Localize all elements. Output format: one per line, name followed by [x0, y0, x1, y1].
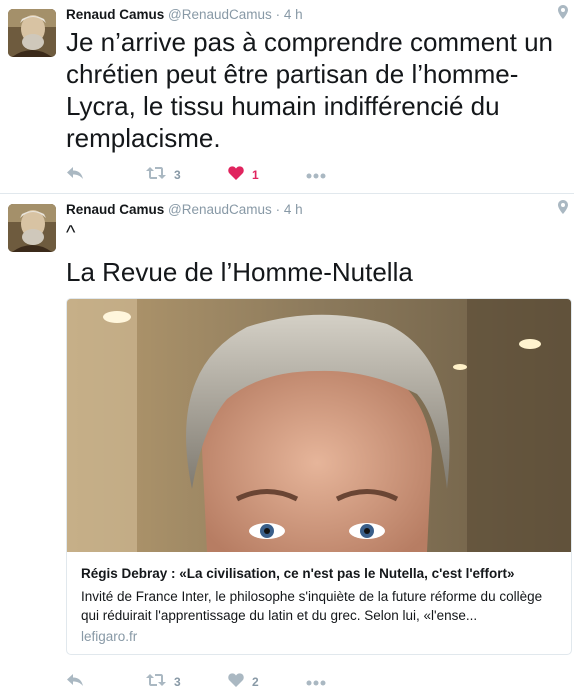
pin-icon[interactable]: [558, 200, 568, 219]
like-button[interactable]: 1: [228, 165, 259, 185]
retweet-icon: [146, 166, 166, 185]
heart-icon: [228, 165, 244, 185]
author-name[interactable]: Renaud Camus: [66, 7, 164, 22]
card-domain: lefigaro.fr: [81, 629, 138, 644]
more-icon: [306, 166, 326, 184]
card-description: Invité de France Inter, le philosophe s'…: [81, 589, 543, 623]
more-icon: [306, 673, 326, 691]
tweet-actions: 3 2: [66, 672, 366, 692]
retweet-button[interactable]: 3: [146, 165, 181, 185]
tweet[interactable]: Renaud Camus @RenaudCamus · 4 h ^ La Rev…: [0, 195, 574, 698]
like-count: 2: [252, 675, 259, 689]
link-card[interactable]: Régis Debray : «La civilisation, ce n'es…: [66, 298, 572, 655]
reply-icon: [66, 166, 84, 185]
retweet-icon: [146, 673, 166, 692]
card-title[interactable]: Régis Debray : «La civilisation, ce n'es…: [81, 566, 557, 581]
author-handle[interactable]: @RenaudCamus: [168, 202, 272, 217]
separator: ·: [275, 202, 281, 217]
reply-button[interactable]: [66, 165, 84, 185]
tweet-header: Renaud Camus @RenaudCamus · 4 h: [66, 7, 303, 22]
tweet-text: Je n’arrive pas à comprendre comment un …: [66, 27, 554, 153]
timestamp[interactable]: 4 h: [284, 202, 303, 217]
separator: ·: [275, 7, 281, 22]
like-button[interactable]: 2: [228, 672, 259, 692]
more-button[interactable]: [306, 672, 326, 692]
avatar[interactable]: [8, 9, 56, 57]
caret-text: ^: [66, 222, 76, 244]
retweet-count: 3: [174, 675, 181, 689]
reply-button[interactable]: [66, 672, 84, 692]
like-count: 1: [252, 168, 259, 182]
author-handle[interactable]: @RenaudCamus: [168, 7, 272, 22]
timestamp[interactable]: 4 h: [284, 7, 303, 22]
card-image[interactable]: [67, 299, 571, 552]
tweet-text: La Revue de l’Homme-Nutella: [66, 257, 413, 287]
more-button[interactable]: [306, 165, 326, 185]
tweet[interactable]: Renaud Camus @RenaudCamus · 4 h Je n’arr…: [0, 0, 574, 194]
retweet-button[interactable]: 3: [146, 672, 181, 692]
heart-outline-icon: [228, 672, 244, 692]
tweet-header: Renaud Camus @RenaudCamus · 4 h: [66, 202, 303, 217]
avatar[interactable]: [8, 204, 56, 252]
retweet-count: 3: [174, 168, 181, 182]
card-body: Régis Debray : «La civilisation, ce n'es…: [67, 552, 571, 654]
pin-icon[interactable]: [558, 5, 568, 24]
tweet-actions: 3 1: [66, 165, 366, 185]
author-name[interactable]: Renaud Camus: [66, 202, 164, 217]
reply-icon: [66, 673, 84, 692]
